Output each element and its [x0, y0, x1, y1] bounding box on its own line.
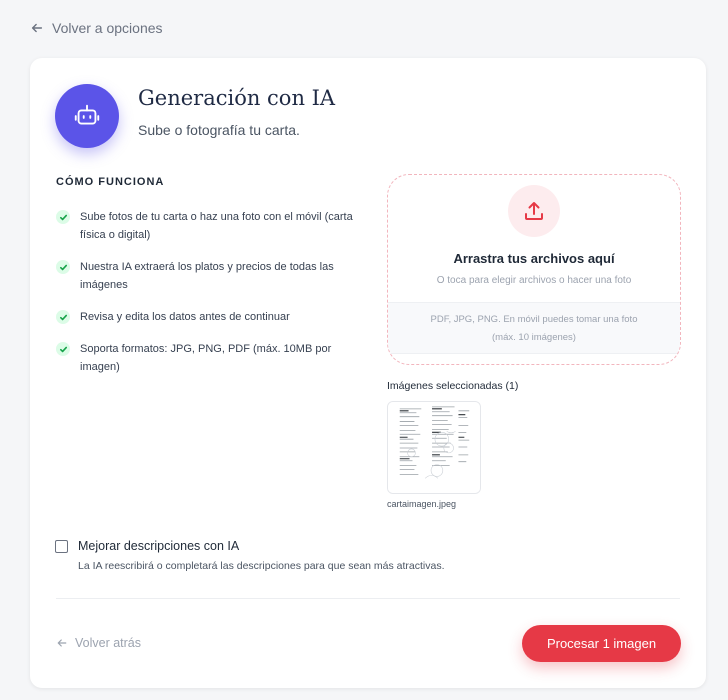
check-icon	[56, 260, 70, 274]
step-text: Nuestra IA extraerá los platos y precios…	[80, 261, 334, 291]
page-subtitle: Sube o fotografía tu carta.	[138, 122, 300, 138]
back-to-options-label: Volver a opciones	[52, 20, 163, 36]
selected-images-label: Imágenes seleccionadas (1)	[387, 380, 519, 392]
how-it-works-heading: CÓMO FUNCIONA	[56, 176, 165, 188]
check-icon	[56, 310, 70, 324]
back-button[interactable]: Volver atrás	[56, 636, 141, 650]
file-dropzone[interactable]: Arrastra tus archivos aquí O toca para e…	[387, 174, 681, 365]
how-it-works-list: Sube fotos de tu carta o haz una foto co…	[56, 208, 356, 390]
upload-icon	[525, 202, 543, 220]
step-text: Sube fotos de tu carta o haz una foto co…	[80, 211, 353, 241]
divider	[56, 598, 680, 599]
arrow-left-icon	[57, 639, 67, 647]
arrow-left-icon	[31, 23, 43, 33]
page-title: Generación con IA	[138, 86, 336, 110]
step-text: Soporta formatos: JPG, PNG, PDF (máx. 10…	[80, 343, 332, 373]
improve-descriptions-label: Mejorar descripciones con IA	[78, 539, 240, 553]
back-button-label: Volver atrás	[75, 636, 142, 650]
back-to-options-link[interactable]: Volver a opciones	[30, 20, 163, 36]
thumbnail-filename: cartaimagen.jpeg	[387, 499, 457, 509]
list-item: Sube fotos de tu carta o haz una foto co…	[56, 208, 356, 244]
dropzone-title: Arrastra tus archivos aquí	[453, 251, 615, 266]
list-item: Revisa y edita los datos antes de contin…	[56, 308, 356, 326]
image-thumbnail[interactable]	[387, 401, 481, 494]
check-icon	[56, 342, 70, 356]
process-images-button[interactable]: Procesar 1 imagen	[522, 625, 681, 662]
upload-icon-wrapper	[508, 185, 560, 237]
ai-avatar	[55, 84, 119, 148]
ai-generation-card: Generación con IA Sube o fotografía tu c…	[30, 58, 706, 688]
improve-descriptions-checkbox[interactable]	[55, 539, 68, 553]
step-text: Revisa y edita los datos antes de contin…	[80, 311, 290, 323]
list-item: Nuestra IA extraerá los platos y precios…	[56, 258, 356, 294]
menu-image-preview	[388, 402, 480, 493]
list-item: Soporta formatos: JPG, PNG, PDF (máx. 10…	[56, 340, 356, 376]
improve-descriptions-help: La IA reescribirá o completará las descr…	[78, 560, 445, 572]
improve-descriptions-option[interactable]: Mejorar descripciones con IA	[55, 539, 239, 553]
dropzone-subtitle: O toca para elegir archivos o hacer una …	[436, 275, 632, 286]
dropzone-formats: PDF, JPG, PNG. En móvil puedes tomar una…	[388, 302, 680, 354]
check-icon	[56, 210, 70, 224]
robot-icon	[74, 104, 100, 125]
formats-max-line: (máx. 10 imágenes)	[492, 332, 576, 343]
formats-line: PDF, JPG, PNG. En móvil puedes tomar una…	[430, 314, 638, 325]
